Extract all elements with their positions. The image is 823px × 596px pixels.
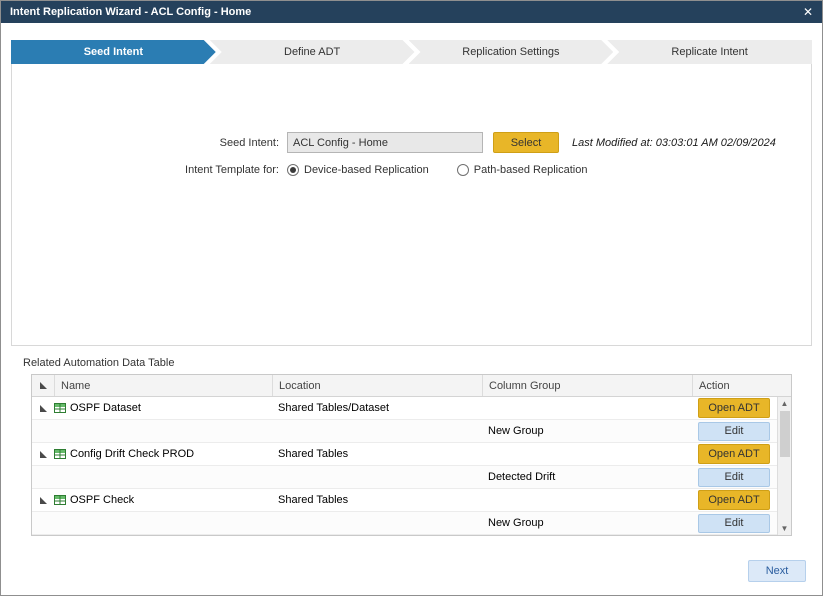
scroll-down-icon[interactable]: ▼ <box>781 522 789 535</box>
edit-button[interactable]: Edit <box>698 468 770 487</box>
adt-location: Shared Tables/Dataset <box>272 402 482 414</box>
step-label: Replicate Intent <box>671 46 747 58</box>
seed-intent-panel: Seed Intent: Select Last Modified at: 03… <box>11 64 812 346</box>
edit-button[interactable]: Edit <box>698 422 770 441</box>
adt-name: Config Drift Check PROD <box>70 448 194 460</box>
intent-template-row: Intent Template for: Device-based Replic… <box>12 164 811 176</box>
last-modified-text: Last Modified at: 03:03:01 AM 02/09/2024 <box>572 137 776 149</box>
adt-column-group: New Group <box>482 425 692 437</box>
adt-column-group: Detected Drift <box>482 471 692 483</box>
step-seed-intent[interactable]: Seed Intent <box>11 40 216 64</box>
collapse-icon <box>40 382 47 389</box>
header-name: Name <box>54 375 272 396</box>
radio-selected-icon <box>287 164 299 176</box>
radio-device-label: Device-based Replication <box>304 164 429 176</box>
adt-table: Name Location Column Group Action OSPF D… <box>31 374 792 536</box>
radio-device-based[interactable]: Device-based Replication <box>287 164 429 176</box>
step-replicate-intent[interactable]: Replicate Intent <box>607 40 812 64</box>
adt-table-icon <box>54 402 66 414</box>
seed-intent-row: Seed Intent: Select Last Modified at: 03… <box>12 132 811 153</box>
header-location: Location <box>272 375 482 396</box>
close-icon[interactable]: ✕ <box>803 6 813 18</box>
adt-table-icon <box>54 448 66 460</box>
seed-intent-label: Seed Intent: <box>12 137 287 149</box>
step-label: Replication Settings <box>462 46 559 58</box>
scrollbar-thumb[interactable] <box>780 411 790 457</box>
select-button[interactable]: Select <box>493 132 559 153</box>
row-expand-toggle[interactable] <box>32 451 54 458</box>
scroll-up-icon[interactable]: ▲ <box>781 397 789 410</box>
step-define-adt[interactable]: Define ADT <box>210 40 415 64</box>
adt-location: Shared Tables <box>272 494 482 506</box>
wizard-steps: Seed Intent Define ADT Replication Setti… <box>11 40 812 64</box>
radio-unselected-icon <box>457 164 469 176</box>
adt-table-header: Name Location Column Group Action <box>32 375 791 397</box>
expand-icon <box>40 405 47 412</box>
next-button[interactable]: Next <box>748 560 806 582</box>
intent-template-label: Intent Template for: <box>12 164 287 176</box>
adt-section-title: Related Automation Data Table <box>23 357 822 369</box>
table-row[interactable]: Detected Drift Edit <box>32 466 791 489</box>
table-scrollbar[interactable]: ▲ ▼ <box>777 397 791 535</box>
dialog-title: Intent Replication Wizard - ACL Config -… <box>10 6 251 18</box>
radio-path-based[interactable]: Path-based Replication <box>457 164 588 176</box>
radio-path-label: Path-based Replication <box>474 164 588 176</box>
seed-intent-input[interactable] <box>287 132 483 153</box>
dialog-titlebar: Intent Replication Wizard - ACL Config -… <box>1 1 822 23</box>
open-adt-button[interactable]: Open ADT <box>698 444 770 464</box>
table-row[interactable]: OSPF Dataset Shared Tables/Dataset Open … <box>32 397 791 420</box>
adt-location: Shared Tables <box>272 448 482 460</box>
adt-column-group: New Group <box>482 517 692 529</box>
row-expand-toggle[interactable] <box>32 497 54 504</box>
adt-table-icon <box>54 494 66 506</box>
expand-icon <box>40 497 47 504</box>
step-replication-settings[interactable]: Replication Settings <box>409 40 614 64</box>
open-adt-button[interactable]: Open ADT <box>698 490 770 510</box>
header-collapse-all[interactable] <box>32 375 54 396</box>
edit-button[interactable]: Edit <box>698 514 770 533</box>
open-adt-button[interactable]: Open ADT <box>698 398 770 418</box>
expand-icon <box>40 451 47 458</box>
table-row[interactable]: New Group Edit <box>32 420 791 443</box>
step-label: Define ADT <box>284 46 340 58</box>
adt-name: OSPF Check <box>70 494 134 506</box>
row-expand-toggle[interactable] <box>32 405 54 412</box>
header-column-group: Column Group <box>482 375 692 396</box>
adt-name: OSPF Dataset <box>70 402 141 414</box>
table-row[interactable]: New Group Edit <box>32 512 791 535</box>
table-row[interactable]: Config Drift Check PROD Shared Tables Op… <box>32 443 791 466</box>
step-label: Seed Intent <box>84 46 143 58</box>
header-action: Action <box>692 375 791 396</box>
table-row[interactable]: OSPF Check Shared Tables Open ADT <box>32 489 791 512</box>
